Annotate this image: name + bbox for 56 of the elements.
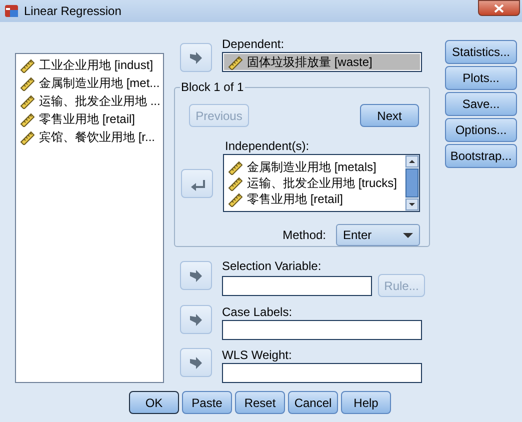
variable-item[interactable]: 金属制造业用地 [met... bbox=[16, 74, 163, 92]
independents-list[interactable]: 金属制造业用地 [metals] 运输、批发企业用地 [trucks] 零售业用地 [retail] bbox=[223, 154, 420, 212]
variable-item[interactable]: 工业企业用地 [indust] bbox=[16, 56, 163, 74]
right-arrow-icon bbox=[188, 354, 204, 370]
right-arrow-icon bbox=[188, 50, 204, 66]
dialog-button[interactable]: Statistics... bbox=[445, 40, 517, 64]
app-icon bbox=[5, 4, 19, 18]
independents-label: Independent(s): bbox=[225, 139, 310, 154]
dialog-button[interactable]: Help bbox=[341, 391, 391, 414]
ruler-icon bbox=[20, 76, 35, 90]
dialog-button[interactable]: OK bbox=[129, 391, 179, 414]
case-labels-label: Case Labels: bbox=[222, 305, 294, 320]
variable-item[interactable]: 运输、批发企业用地 ... bbox=[16, 92, 163, 110]
selection-variable-label: Selection Variable: bbox=[222, 259, 322, 274]
right-arrow-icon bbox=[188, 312, 204, 328]
caret-icon bbox=[403, 232, 413, 238]
move-button[interactable] bbox=[180, 43, 212, 72]
scrollbar[interactable] bbox=[405, 155, 419, 211]
variable-item[interactable]: 零售业用地 [retail] bbox=[16, 110, 163, 128]
dependent-label: Dependent: bbox=[222, 37, 286, 52]
dialog-button[interactable]: Options... bbox=[445, 118, 517, 142]
move-button[interactable] bbox=[180, 305, 212, 334]
ruler-icon bbox=[228, 54, 243, 70]
close-icon bbox=[494, 4, 504, 12]
variable-list[interactable]: 工业企业用地 [indust] 金属制造业用地 [met... 运输、批发企业用地 ... 零售业用地 [retail] 宾馆、餐饮业用地 [r... bbox=[15, 53, 164, 383]
ruler-icon bbox=[20, 94, 35, 108]
move-button[interactable] bbox=[181, 169, 213, 198]
move-button[interactable] bbox=[180, 261, 212, 290]
case-labels-field[interactable] bbox=[222, 320, 422, 340]
ruler-icon bbox=[228, 160, 243, 174]
method-dropdown[interactable]: Enter bbox=[336, 224, 420, 246]
block-title: Block 1 of 1 bbox=[180, 80, 245, 94]
next-button[interactable]: Next bbox=[360, 104, 419, 127]
window-title: Linear Regression bbox=[24, 4, 122, 18]
dialog-button[interactable]: Cancel bbox=[288, 391, 338, 414]
dialog-button[interactable]: Plots... bbox=[445, 66, 517, 90]
method-label: Method: bbox=[282, 228, 326, 242]
variable-item[interactable]: 宾馆、餐饮业用地 [r... bbox=[16, 128, 163, 146]
independent-item[interactable]: 金属制造业用地 [metals] bbox=[224, 159, 405, 175]
independent-item[interactable]: 零售业用地 [retail] bbox=[224, 191, 405, 207]
ruler-icon bbox=[228, 192, 243, 206]
close-button[interactable] bbox=[478, 0, 520, 16]
ruler-icon bbox=[20, 130, 35, 144]
dialog-button[interactable]: Bootstrap... bbox=[445, 144, 517, 168]
independent-item[interactable]: 运输、批发企业用地 [trucks] bbox=[224, 175, 405, 191]
ruler-icon bbox=[20, 58, 35, 72]
move-button[interactable] bbox=[180, 348, 212, 377]
ruler-icon bbox=[228, 176, 243, 190]
dialog-button[interactable]: Save... bbox=[445, 92, 517, 116]
right-arrow-icon bbox=[188, 268, 204, 284]
selection-variable-field[interactable] bbox=[222, 276, 372, 296]
wls-weight-label: WLS Weight: bbox=[222, 348, 293, 363]
dialog-button[interactable]: Paste bbox=[182, 391, 232, 414]
dialog-button[interactable]: Reset bbox=[235, 391, 285, 414]
wls-weight-field[interactable] bbox=[222, 363, 422, 383]
ruler-icon bbox=[20, 112, 35, 126]
